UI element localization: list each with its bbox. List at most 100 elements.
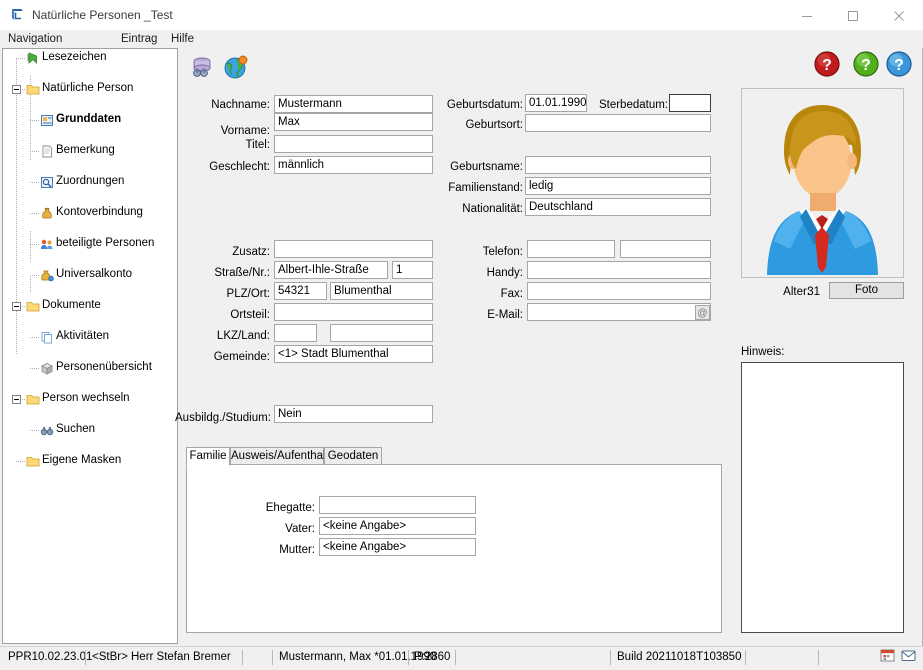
moneybag-plus-icon xyxy=(40,269,54,282)
geschlecht-field[interactable]: männlich xyxy=(274,156,433,174)
database-binoculars-icon xyxy=(193,57,211,77)
geburtsort-field[interactable] xyxy=(525,114,711,132)
photo-box[interactable] xyxy=(741,88,904,278)
maximize-button[interactable] xyxy=(831,0,877,29)
geburtsname-label: Geburtsname: xyxy=(450,161,523,173)
sidebar-item-label: Aktivitäten xyxy=(56,330,110,342)
gemeinde-field[interactable]: <1> Stadt Blumenthal xyxy=(274,345,433,363)
sidebar-item-lesezeichen[interactable]: Lesezeichen xyxy=(3,51,177,67)
ortsteil-field[interactable] xyxy=(274,303,433,321)
geburtsname-field[interactable] xyxy=(525,156,711,174)
vorname-field[interactable]: Max xyxy=(274,113,433,131)
folder-icon xyxy=(26,393,40,406)
sidebar-item-zuordnungen[interactable]: Zuordnungen xyxy=(3,175,177,191)
navigation-tree[interactable]: Lesezeichen Natürliche Person Grunddaten… xyxy=(2,48,178,644)
handy-field[interactable] xyxy=(527,261,711,279)
close-button[interactable] xyxy=(877,0,923,29)
sidebar-item-kontoverbindung[interactable]: Kontoverbindung xyxy=(3,206,177,222)
lkz-land-label: LKZ/Land: xyxy=(216,330,270,342)
help-red-button[interactable]: ? xyxy=(813,50,841,78)
app-logo-icon xyxy=(10,8,25,22)
sidebar-item-label: Kontoverbindung xyxy=(56,206,143,218)
sidebar-item-eigene-masken[interactable]: Eigene Masken xyxy=(3,454,177,470)
sidebar-item-label: Bemerkung xyxy=(56,144,115,156)
calendar-icon[interactable] xyxy=(880,648,896,667)
ortsteil-label: Ortsteil: xyxy=(230,309,270,321)
copy-pages-icon xyxy=(40,331,54,344)
menu-hilfe[interactable]: Hilfe xyxy=(168,32,197,46)
zusatz-field[interactable] xyxy=(274,240,433,258)
ausbildung-label: Ausbildg./Studium: xyxy=(175,412,271,424)
sidebar-item-grunddaten[interactable]: Grunddaten xyxy=(3,113,177,129)
at-sign-icon[interactable]: @ xyxy=(695,305,710,320)
plz-ort-label: PLZ/Ort: xyxy=(226,288,270,300)
sidebar-item-universalkonto[interactable]: Universalkonto xyxy=(3,268,177,284)
titel-field[interactable] xyxy=(274,135,433,153)
nationalitaet-field[interactable]: Deutschland xyxy=(525,198,711,216)
sidebar-item-label: Grunddaten xyxy=(56,113,122,125)
maximize-icon xyxy=(848,11,858,21)
tab-familie[interactable]: Familie xyxy=(186,447,230,466)
email-field[interactable] xyxy=(527,303,711,321)
land-field[interactable] xyxy=(330,324,433,342)
menu-eintrag[interactable]: Eintrag xyxy=(118,32,160,46)
ehegatte-field[interactable] xyxy=(319,496,476,514)
sidebar-item-personenuebersicht[interactable]: Personenübersicht xyxy=(3,361,177,377)
nachname-field[interactable]: Mustermann xyxy=(274,95,433,113)
globe-button[interactable] xyxy=(222,53,250,81)
question-mark-icon: ? xyxy=(886,51,912,77)
nachname-label: Nachname: xyxy=(211,99,270,111)
plz-field[interactable]: 54321 xyxy=(274,282,327,300)
bookmark-arrow-icon xyxy=(26,52,40,65)
tab-geodaten[interactable]: Geodaten xyxy=(324,447,382,465)
familienstand-field[interactable]: ledig xyxy=(525,177,711,195)
binoculars-icon xyxy=(40,424,54,437)
help-blue-button[interactable]: ? xyxy=(885,50,913,78)
strasse-field[interactable]: Albert-Ihle-Straße xyxy=(274,261,388,279)
foto-button[interactable]: Foto xyxy=(829,282,904,299)
tree-expander-icon[interactable] xyxy=(12,302,21,311)
tab-ausweis-aufenthalt[interactable]: Ausweis/Aufenthalt xyxy=(230,447,329,465)
status-person-id: P:2860 xyxy=(414,651,451,663)
globe-pin-icon xyxy=(224,55,248,79)
tree-expander-icon[interactable] xyxy=(12,85,21,94)
menu-navigation[interactable]: Navigation xyxy=(5,32,65,46)
sidebar-item-suchen[interactable]: Suchen xyxy=(3,423,177,439)
tree-expander-icon[interactable] xyxy=(12,395,21,404)
tree-root: Lesezeichen Natürliche Person Grunddaten… xyxy=(3,51,177,467)
nationalitaet-label: Nationalität: xyxy=(462,203,523,215)
sidebar-item-label: Person wechseln xyxy=(42,392,130,404)
sidebar-item-dokumente[interactable]: Dokumente xyxy=(3,299,177,315)
strasse-label: Straße/Nr.: xyxy=(214,267,270,279)
sidebar-item-label: Natürliche Person xyxy=(42,82,134,94)
sterbedatum-field[interactable] xyxy=(669,94,711,112)
lkz-field[interactable] xyxy=(274,324,317,342)
database-search-button[interactable] xyxy=(188,53,216,81)
application-window: Natürliche Personen _Test Navigation Ein… xyxy=(0,0,923,670)
sidebar-item-person-wechseln[interactable]: Person wechseln xyxy=(3,392,177,408)
status-build: Build 20211018T103850 xyxy=(617,651,742,663)
geburtsdatum-field[interactable]: 01.01.1990 xyxy=(525,94,587,112)
help-green-button[interactable]: ? xyxy=(852,50,880,78)
sidebar-item-beteiligte-personen[interactable]: beteiligte Personen xyxy=(3,237,177,253)
mutter-field[interactable]: <keine Angabe> xyxy=(319,538,476,556)
ausbildung-field[interactable]: Nein xyxy=(274,405,433,423)
sidebar-item-aktivitaeten[interactable]: Aktivitäten xyxy=(3,330,177,346)
ort-field[interactable]: Blumenthal xyxy=(330,282,433,300)
fax-field[interactable] xyxy=(527,282,711,300)
window-title: Natürliche Personen _Test xyxy=(32,8,173,22)
hinweis-textarea[interactable] xyxy=(741,362,904,633)
hausnummer-field[interactable]: 1 xyxy=(392,261,433,279)
minimize-button[interactable] xyxy=(785,0,831,29)
vater-field[interactable]: <keine Angabe> xyxy=(319,517,476,535)
sidebar-item-label: beteiligte Personen xyxy=(56,237,155,249)
folder-icon xyxy=(26,300,40,313)
tab-strip: Familie Ausweis/Aufenthalt Geodaten xyxy=(186,447,722,466)
mail-icon[interactable] xyxy=(901,648,917,667)
telefon-durchwahl-field[interactable] xyxy=(620,240,711,258)
sidebar-item-natuerliche-person[interactable]: Natürliche Person xyxy=(3,82,177,98)
sidebar-item-bemerkung[interactable]: Bemerkung xyxy=(3,144,177,160)
status-person: Mustermann, Max *01.01.1990 xyxy=(279,651,437,663)
sidebar-item-label: Universalkonto xyxy=(56,268,133,280)
telefon-field[interactable] xyxy=(527,240,615,258)
